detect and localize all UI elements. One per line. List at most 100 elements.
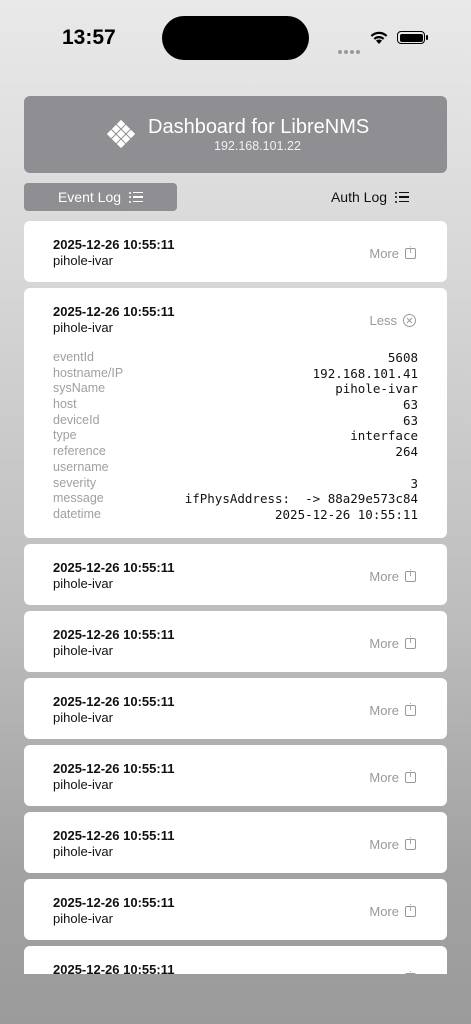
detail-key: sysName: [53, 381, 106, 396]
header-title: Dashboard for LibreNMS: [148, 116, 370, 138]
info-icon: [405, 770, 416, 783]
detail-value: pihole-ivar: [335, 381, 418, 397]
action-label: More: [369, 770, 399, 785]
event-datetime: 2025-12-26 10:55:11: [53, 627, 175, 642]
event-card[interactable]: 2025-12-26 10:55:11pihole-ivar More: [24, 221, 447, 282]
info-icon: [405, 636, 416, 649]
event-details: eventId 5608 hostname/IP 192.168.101.41 sysN…: [53, 350, 418, 523]
detail-key: username: [53, 459, 109, 474]
event-card[interactable]: 2025-12-26 10:55:11pihole-ivar More: [24, 611, 447, 672]
event-hostname: pihole-ivar: [53, 320, 113, 335]
detail-key: severity: [53, 475, 97, 490]
action-label: More: [369, 636, 399, 651]
more-button[interactable]: More: [369, 770, 416, 785]
info-icon: [405, 837, 416, 850]
event-card[interactable]: 2025-12-26 10:55:11pihole-ivar More: [24, 544, 447, 605]
tab-auth-log-label: Auth Log: [330, 189, 388, 205]
tab-auth-log[interactable]: Auth Log: [320, 183, 420, 211]
detail-key: deviceId: [53, 412, 100, 427]
status-time: 13:57: [62, 26, 116, 49]
event-card[interactable]: 2025-12-26 10:55:11pihole-ivarMore: [24, 946, 447, 974]
detail-row: reference 264: [53, 444, 418, 460]
info-icon: [405, 904, 416, 917]
event-hostname: pihole-ivar: [53, 844, 113, 859]
detail-value: 63: [402, 412, 418, 428]
detail-value: interface: [350, 428, 418, 444]
detail-value: 192.168.101.41: [312, 365, 418, 381]
detail-row: severity 3: [53, 476, 418, 492]
detail-value: 3: [410, 475, 418, 491]
event-card[interactable]: 2025-12-26 10:55:11 pihole-ivar Less eventI…: [24, 288, 447, 538]
detail-value: 5608: [387, 350, 418, 365]
info-icon: [405, 246, 416, 259]
close-circle-icon: [403, 314, 416, 327]
battery-icon: [397, 31, 428, 44]
event-hostname: pihole-ivar: [53, 777, 113, 792]
action-label: More: [369, 703, 399, 718]
more-button[interactable]: More: [369, 837, 416, 852]
event-card[interactable]: 2025-12-26 10:55:11pihole-ivar More: [24, 879, 447, 940]
tab-event-log-label: Event Log: [57, 189, 122, 205]
detail-row: deviceId 63: [53, 413, 418, 429]
status-bar: 13:57: [0, 0, 471, 80]
more-button[interactable]: More: [369, 569, 416, 584]
dashboard-header: Dashboard for LibreNMS 192.168.101.22: [24, 96, 447, 173]
event-list[interactable]: 2025-12-26 10:55:11pihole-ivarMore2025-1…: [24, 221, 447, 974]
header-subtitle: 192.168.101.22: [214, 139, 301, 153]
event-hostname: pihole-ivar: [53, 576, 113, 591]
detail-value: 63: [402, 397, 418, 413]
detail-value: 2025-12-26 10:55:11: [275, 506, 418, 522]
event-datetime: 2025-12-26 10:55:11: [53, 560, 175, 575]
cellular-signal-icon: [338, 41, 362, 59]
detail-key: eventId: [53, 350, 95, 364]
tab-event-log[interactable]: Event Log: [24, 183, 177, 211]
detail-row: eventId 5608: [53, 350, 418, 366]
event-datetime: 2025-12-26 10:55:11: [53, 962, 175, 974]
detail-row: message ifPhysAddress: -> 88a29e573c84: [53, 491, 418, 507]
event-datetime: 2025-12-26 10:55:11: [53, 694, 175, 709]
more-button[interactable]: More: [369, 636, 416, 651]
list-icon: [129, 191, 144, 203]
detail-key: message: [53, 491, 104, 506]
detail-row: sysName pihole-ivar: [53, 381, 418, 397]
event-hostname: pihole-ivar: [53, 911, 113, 926]
event-datetime: 2025-12-26 10:55:11: [53, 304, 175, 319]
info-icon: [405, 703, 416, 716]
event-datetime: 2025-12-26 10:55:11: [53, 828, 175, 843]
event-hostname: pihole-ivar: [53, 710, 113, 725]
detail-row: username: [53, 460, 418, 476]
event-card[interactable]: 2025-12-26 10:55:11pihole-ivar More: [24, 812, 447, 873]
action-label: Less: [369, 313, 397, 328]
detail-key: hostname/IP: [53, 365, 124, 380]
wifi-icon: [370, 31, 388, 44]
detail-row: datetime 2025-12-26 10:55:11: [53, 507, 418, 523]
more-button[interactable]: More: [369, 246, 416, 261]
less-button[interactable]: Less: [370, 313, 416, 328]
info-icon: [405, 569, 416, 582]
info-icon: [405, 971, 416, 974]
detail-key: datetime: [53, 506, 101, 521]
detail-key: host: [53, 397, 77, 412]
detail-row: host 63: [53, 397, 418, 413]
detail-row: type interface: [53, 428, 418, 444]
action-label: More: [369, 569, 399, 584]
event-hostname: pihole-ivar: [53, 253, 113, 268]
action-label: More: [369, 904, 399, 919]
detail-value: ifPhysAddress: -> 88a29e573c84: [184, 491, 418, 507]
event-hostname: pihole-ivar: [53, 643, 113, 658]
detail-value: 264: [395, 444, 418, 460]
more-button[interactable]: More: [369, 904, 416, 919]
action-label: More: [369, 837, 399, 852]
event-card[interactable]: 2025-12-26 10:55:11pihole-ivar More: [24, 678, 447, 739]
event-card[interactable]: 2025-12-26 10:55:11pihole-ivar More: [24, 745, 447, 806]
detail-key: type: [53, 428, 77, 443]
detail-key: reference: [53, 444, 106, 459]
more-button[interactable]: More: [369, 971, 416, 974]
event-datetime: 2025-12-26 10:55:11: [53, 761, 175, 776]
detail-row: hostname/IP 192.168.101.41: [53, 366, 418, 382]
librenms-logo-icon: [106, 119, 136, 149]
action-label: More: [369, 246, 399, 261]
event-datetime: 2025-12-26 10:55:11: [53, 237, 175, 252]
more-button[interactable]: More: [369, 703, 416, 718]
event-datetime: 2025-12-26 10:55:11: [53, 895, 175, 910]
